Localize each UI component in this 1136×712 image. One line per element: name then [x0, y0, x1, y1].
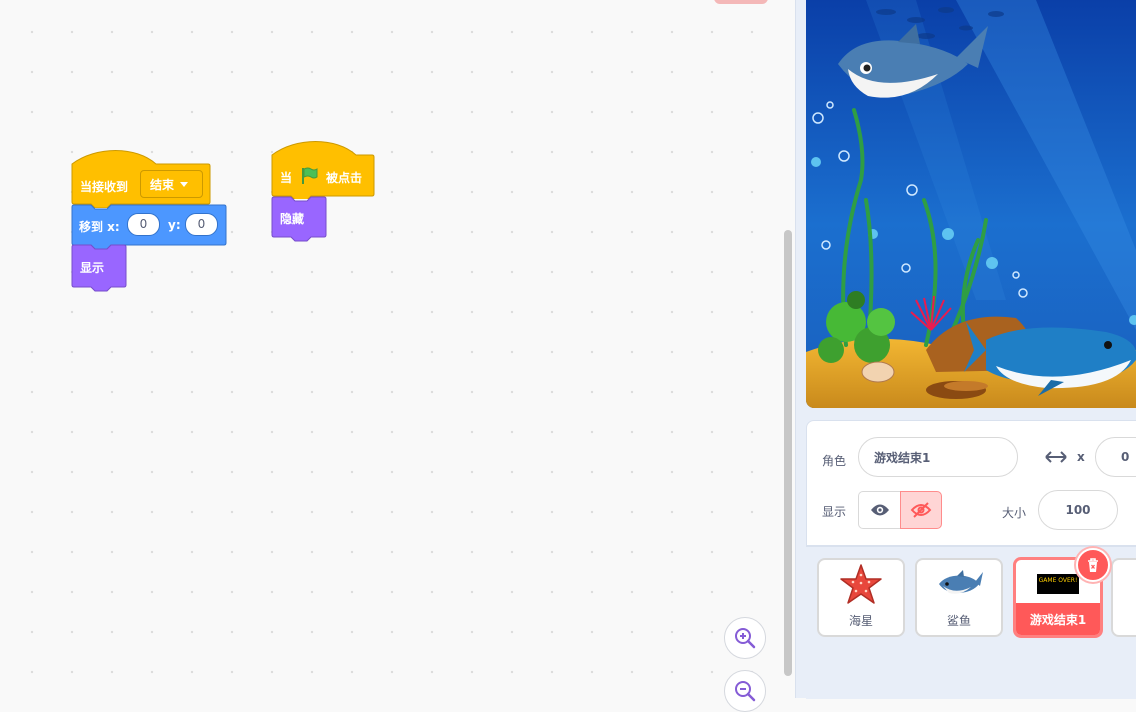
- sprite-info-panel: 角色 游戏结束1 x 0 显示 大小 100: [806, 420, 1136, 546]
- shark-icon: [939, 570, 983, 594]
- scrolled-block-fragment[interactable]: [714, 0, 768, 4]
- sprite-tile-name: 游戏结束1: [1029, 613, 1087, 627]
- zoom-out-icon: [735, 681, 756, 702]
- y-input[interactable]: 0: [185, 213, 218, 236]
- game-over-icon: GAME OVER!: [1037, 574, 1079, 594]
- go-to-y-label: y:: [168, 218, 181, 232]
- chevron-down-icon: [180, 182, 189, 187]
- starfish-icon: [840, 564, 882, 604]
- green-flag-icon: [302, 167, 318, 184]
- horizontal-arrows-icon: [1045, 451, 1067, 463]
- sprite-tile-starfish[interactable]: 海星: [817, 558, 905, 637]
- eye-slash-icon: [910, 502, 932, 518]
- zoom-in-button[interactable]: [724, 617, 766, 659]
- eye-icon: [870, 504, 889, 516]
- underwater-backdrop: [806, 0, 1136, 408]
- sprite-tile-name: 鲨鱼: [946, 614, 971, 628]
- trash-icon: [1088, 558, 1098, 572]
- when-receive-label: 当接收到: [80, 180, 129, 194]
- x-position-label: x: [1077, 450, 1085, 464]
- zoom-in-icon: [735, 628, 756, 649]
- show-sprite-toggle[interactable]: [858, 491, 900, 529]
- sprite-tile-shark[interactable]: 鲨鱼: [915, 558, 1003, 637]
- show-label: 显示: [822, 505, 847, 519]
- size-input[interactable]: 100: [1038, 490, 1118, 530]
- sprite-tile-partial[interactable]: [1111, 558, 1136, 637]
- size-label: 大小: [1002, 506, 1027, 520]
- code-workspace[interactable]: 当接收到 结束 移到 x: 0 y: 0 显示 当 被点击 隐藏: [0, 0, 784, 712]
- x-input[interactable]: 0: [127, 213, 160, 236]
- workspace-scrollbar[interactable]: [784, 230, 792, 676]
- zoom-out-button[interactable]: [724, 670, 766, 712]
- sprite-tile-name: 海星: [848, 614, 873, 628]
- message-dropdown[interactable]: 结束: [140, 170, 203, 198]
- go-to-x-label: 移到 x:: [79, 220, 120, 234]
- hide-sprite-toggle[interactable]: [900, 491, 942, 529]
- when-label: 当: [280, 171, 293, 185]
- sprite-name-label: 角色: [822, 454, 847, 468]
- sprite-name-input[interactable]: 游戏结束1: [858, 437, 1018, 477]
- show-label: 显示: [80, 261, 105, 275]
- hide-label: 隐藏: [280, 212, 305, 226]
- stage-canvas[interactable]: [806, 0, 1136, 408]
- delete-sprite-button[interactable]: [1076, 548, 1110, 582]
- x-position-input[interactable]: 0: [1095, 437, 1136, 477]
- clicked-label: 被点击: [326, 171, 363, 185]
- message-value: 结束: [150, 177, 175, 192]
